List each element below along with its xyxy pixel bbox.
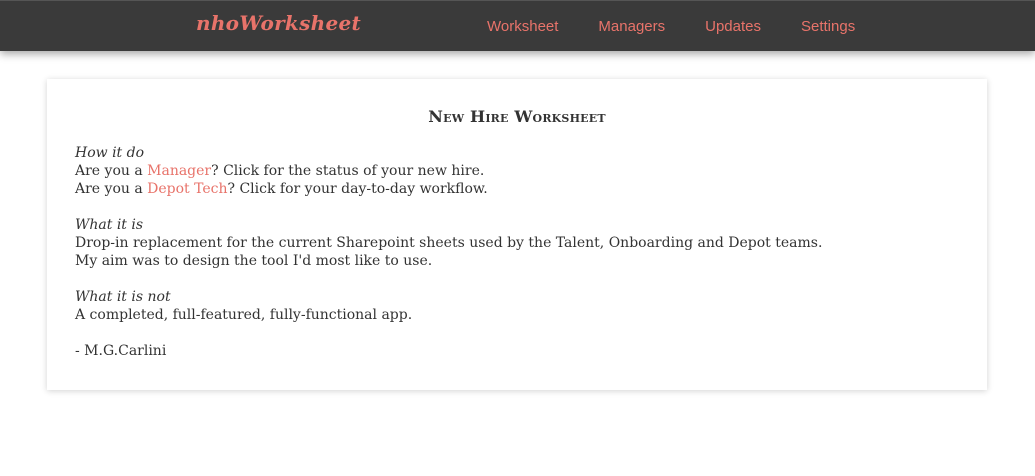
nav-link-updates[interactable]: Updates [705,18,761,35]
whatnot-heading: What it is not [75,289,171,305]
brand-logo-link[interactable]: nhoWorksheet [196,11,361,35]
what-section: What it is Drop-in replacement for the c… [75,216,959,270]
intro-card: New Hire Worksheet How it do Are you a M… [47,79,987,390]
how-heading: How it do [75,145,145,161]
nav-link-worksheet[interactable]: Worksheet [487,18,558,35]
manager-line: Are you a Manager? Click for the status … [75,162,959,180]
manager-link[interactable]: Manager [147,163,211,179]
whatnot-section: What it is not A completed, full-feature… [75,288,959,324]
nav-link-settings[interactable]: Settings [801,18,855,35]
what-line-1: Drop-in replacement for the current Shar… [75,235,823,251]
depot-line-suffix: ? Click for your day-to-day workflow. [227,181,488,197]
signature: - M.G.Carlini [75,343,167,359]
depot-line-prefix: Are you a [75,181,148,197]
what-heading: What it is [75,217,144,233]
how-section: How it do Are you a Manager? Click for t… [75,144,959,198]
manager-line-suffix: ? Click for the status of your new hire. [211,163,485,179]
what-line-2: My aim was to design the tool I'd most l… [75,253,433,269]
nav-link-managers[interactable]: Managers [598,18,665,35]
whatnot-line-1: A completed, full-featured, fully-functi… [75,307,413,323]
top-navbar: nhoWorksheet Worksheet Managers Updates … [0,0,1035,51]
manager-line-prefix: Are you a [75,163,148,179]
depot-line: Are you a Depot Tech? Click for your day… [75,180,959,198]
nav-links: Worksheet Managers Updates Settings [487,18,895,35]
depot-tech-link[interactable]: Depot Tech [147,181,227,197]
card-title: New Hire Worksheet [428,107,606,126]
